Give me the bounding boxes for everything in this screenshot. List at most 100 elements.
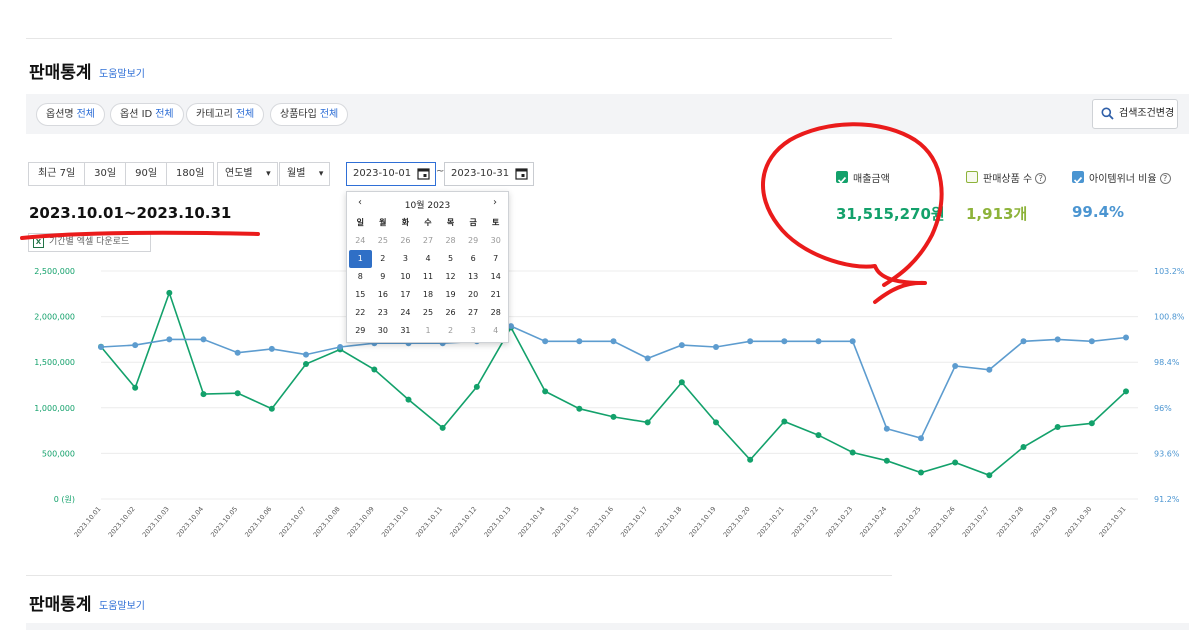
data-point (303, 351, 309, 358)
data-point (781, 338, 788, 345)
data-point (1020, 444, 1027, 451)
help-link[interactable]: 도움말보기 (99, 65, 145, 80)
calendar-day[interactable]: 7 (484, 250, 507, 268)
x-axis-tick: 2023.10.11 (414, 505, 444, 539)
calendar-day[interactable]: 1 (349, 250, 372, 268)
data-point (678, 342, 685, 349)
calendar-day[interactable]: 1 (417, 322, 440, 340)
year-dropdown-label: 연도별 (225, 168, 253, 179)
calendar-day[interactable]: 25 (417, 304, 440, 322)
calendar-day[interactable]: 4 (484, 322, 507, 340)
x-axis-tick: 2023.10.18 (653, 505, 683, 539)
metric-checkbox-winner[interactable] (1072, 171, 1084, 184)
x-axis-tick: 2023.10.28 (995, 505, 1025, 539)
period-30d[interactable]: 30일 (85, 163, 127, 185)
calendar-day[interactable]: 28 (439, 232, 462, 250)
calendar-day[interactable]: 28 (484, 304, 507, 322)
calendar-day[interactable]: 5 (439, 250, 462, 268)
left-axis-tick: 500,000 (42, 449, 75, 458)
calendar-day[interactable]: 10 (394, 268, 417, 286)
x-axis-tick: 2023.10.22 (790, 505, 820, 539)
data-point (644, 419, 651, 426)
calendar-day[interactable]: 27 (462, 304, 485, 322)
calendar-day[interactable]: 29 (349, 322, 372, 340)
excel-download-label: 기간별 엑셀 다운로드 (49, 237, 130, 247)
data-point (610, 338, 617, 345)
calendar-day[interactable]: 8 (349, 268, 372, 286)
calendar-day[interactable]: 29 (462, 232, 485, 250)
filter-bar-2 (26, 623, 1189, 630)
calendar-day[interactable]: 12 (439, 268, 462, 286)
help-icon[interactable]: ? (1159, 173, 1171, 184)
calendar-day[interactable]: 19 (439, 286, 462, 304)
filter-chip-option-id[interactable]: 옵션 ID 전체 (110, 103, 184, 126)
calendar-day[interactable]: 4 (417, 250, 440, 268)
right-axis-tick: 103.2% (1154, 267, 1185, 276)
calendar-day[interactable]: 23 (372, 304, 395, 322)
calendar-day[interactable]: 30 (484, 232, 507, 250)
calendar-day[interactable]: 25 (372, 232, 395, 250)
filter-value: 전체 (155, 109, 174, 120)
calendar-day[interactable]: 30 (372, 322, 395, 340)
calendar-day[interactable]: 11 (417, 268, 440, 286)
x-axis-tick: 2023.10.19 (687, 505, 717, 539)
calendar-day[interactable]: 20 (462, 286, 485, 304)
calendar-day[interactable]: 26 (394, 232, 417, 250)
chevron-down-icon: ▾ (318, 169, 324, 179)
metric-label-items-text: 판매상품 수 (983, 174, 1033, 185)
next-month-button[interactable]: › (493, 197, 497, 208)
chevron-down-icon: ▾ (266, 169, 271, 179)
calendar-day[interactable]: 26 (439, 304, 462, 322)
x-axis-tick: 2023.10.02 (107, 505, 137, 539)
year-dropdown[interactable]: 연도별 ▾ (217, 162, 278, 186)
change-search-button[interactable]: 검색조건변경 (1092, 99, 1178, 129)
weekday-header: 화 (401, 218, 410, 227)
x-axis-tick: 2023.10.29 (1029, 505, 1059, 539)
calendar-day[interactable]: 2 (372, 250, 395, 268)
calendar-day[interactable]: 18 (417, 286, 440, 304)
period-7d[interactable]: 최근 7일 (29, 163, 86, 185)
calendar-icon[interactable] (417, 167, 430, 180)
calendar-day[interactable]: 16 (372, 286, 395, 304)
calendar-day[interactable]: 24 (349, 232, 372, 250)
calendar-day[interactable]: 2 (439, 322, 462, 340)
data-point (849, 338, 856, 345)
start-date-input[interactable]: 2023-10-01 (346, 162, 436, 186)
period-segment: 최근 7일 30일 90일 180일 (28, 162, 215, 186)
calendar-day[interactable]: 27 (417, 232, 440, 250)
data-point (1054, 336, 1061, 343)
metric-checkbox-items[interactable] (966, 171, 978, 183)
calendar-month-label: 10월 2023 (404, 201, 451, 211)
top-cutoff-strip (0, 0, 1200, 8)
calendar-day[interactable]: 31 (394, 322, 417, 340)
end-date-input[interactable]: 2023-10-31 (444, 162, 534, 186)
filter-chip-product-type[interactable]: 상품타입 전체 (270, 103, 349, 126)
month-dropdown[interactable]: 월별 ▾ (279, 162, 331, 186)
calendar-day[interactable]: 15 (349, 286, 372, 304)
x-axis-tick: 2023.10.07 (277, 505, 307, 539)
excel-download-button[interactable]: X 기간별 엑셀 다운로드 (28, 233, 151, 252)
help-link-2[interactable]: 도움말보기 (99, 597, 145, 612)
calendar-icon[interactable] (515, 167, 528, 180)
help-icon[interactable]: ? (1035, 173, 1047, 184)
metric-checkbox-sales[interactable] (836, 171, 848, 184)
calendar-day[interactable]: 14 (484, 268, 507, 286)
metric-value-sales: 31,515,270원 (836, 205, 945, 223)
calendar-day[interactable]: 21 (484, 286, 507, 304)
calendar-day[interactable]: 22 (349, 304, 372, 322)
calendar-day[interactable]: 9 (372, 268, 395, 286)
filter-chip-category[interactable]: 카테고리 전체 (186, 103, 265, 126)
period-180d[interactable]: 180일 (167, 163, 214, 185)
calendar-day[interactable]: 17 (394, 286, 417, 304)
data-point (303, 361, 309, 368)
period-90d[interactable]: 90일 (126, 163, 168, 185)
calendar-day[interactable]: 3 (394, 250, 417, 268)
data-point (1088, 420, 1095, 427)
calendar-day[interactable]: 13 (462, 268, 485, 286)
calendar-day[interactable]: 24 (394, 304, 417, 322)
filter-chip-option-name[interactable]: 옵션명 전체 (36, 103, 106, 126)
filter-label: 카테고리 (196, 109, 233, 120)
data-point (371, 366, 378, 373)
calendar-day[interactable]: 6 (462, 250, 485, 268)
calendar-day[interactable]: 3 (462, 322, 485, 340)
